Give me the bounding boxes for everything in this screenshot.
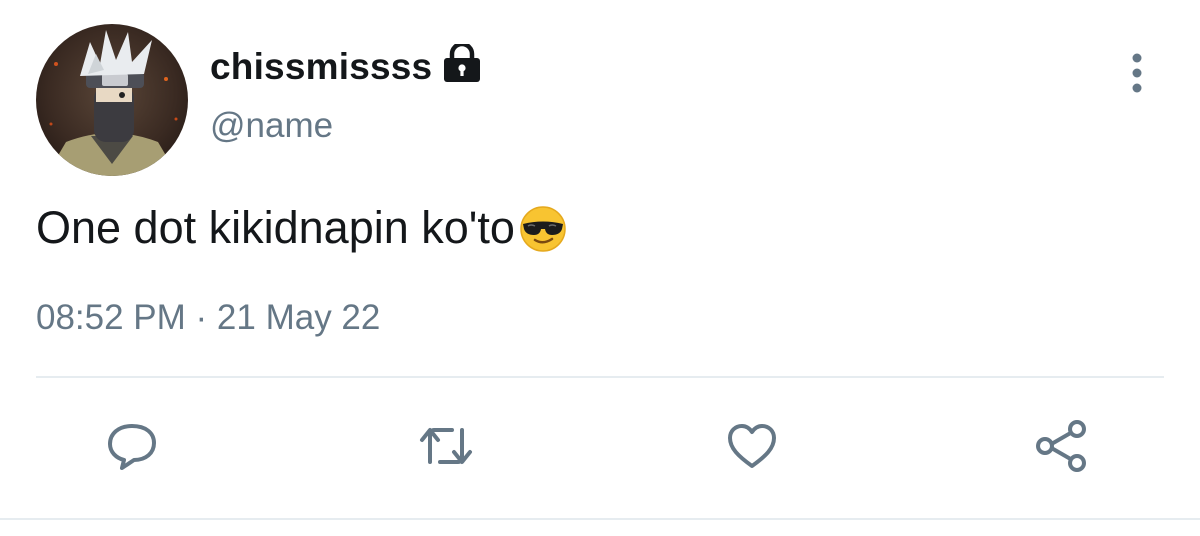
tweet-card: chissmissss @name One dot kikidnapin ko'… xyxy=(0,0,1200,536)
author-row: chissmissss xyxy=(210,41,484,90)
share-button[interactable] xyxy=(1032,418,1092,478)
divider-bottom xyxy=(0,518,1200,520)
tweet-body: One dot kikidnapin ko'to xyxy=(36,202,515,253)
author-handle[interactable]: @name xyxy=(210,106,333,146)
divider xyxy=(36,376,1164,378)
retweet-button[interactable] xyxy=(416,418,476,478)
heart-icon xyxy=(724,418,780,479)
retweet-icon xyxy=(416,418,476,479)
avatar[interactable] xyxy=(36,24,188,176)
like-button[interactable] xyxy=(722,418,782,478)
reply-button[interactable] xyxy=(102,418,162,478)
more-vertical-icon[interactable] xyxy=(1122,50,1152,96)
lock-icon xyxy=(440,41,484,84)
display-name[interactable]: chissmissss xyxy=(210,46,432,88)
sunglasses-emoji-icon xyxy=(517,202,569,254)
reply-icon xyxy=(104,418,160,479)
share-icon xyxy=(1032,416,1092,481)
tweet-timestamp[interactable]: 08:52 PM · 21 May 22 xyxy=(36,298,380,338)
tweet-text: One dot kikidnapin ko'to xyxy=(36,202,569,254)
